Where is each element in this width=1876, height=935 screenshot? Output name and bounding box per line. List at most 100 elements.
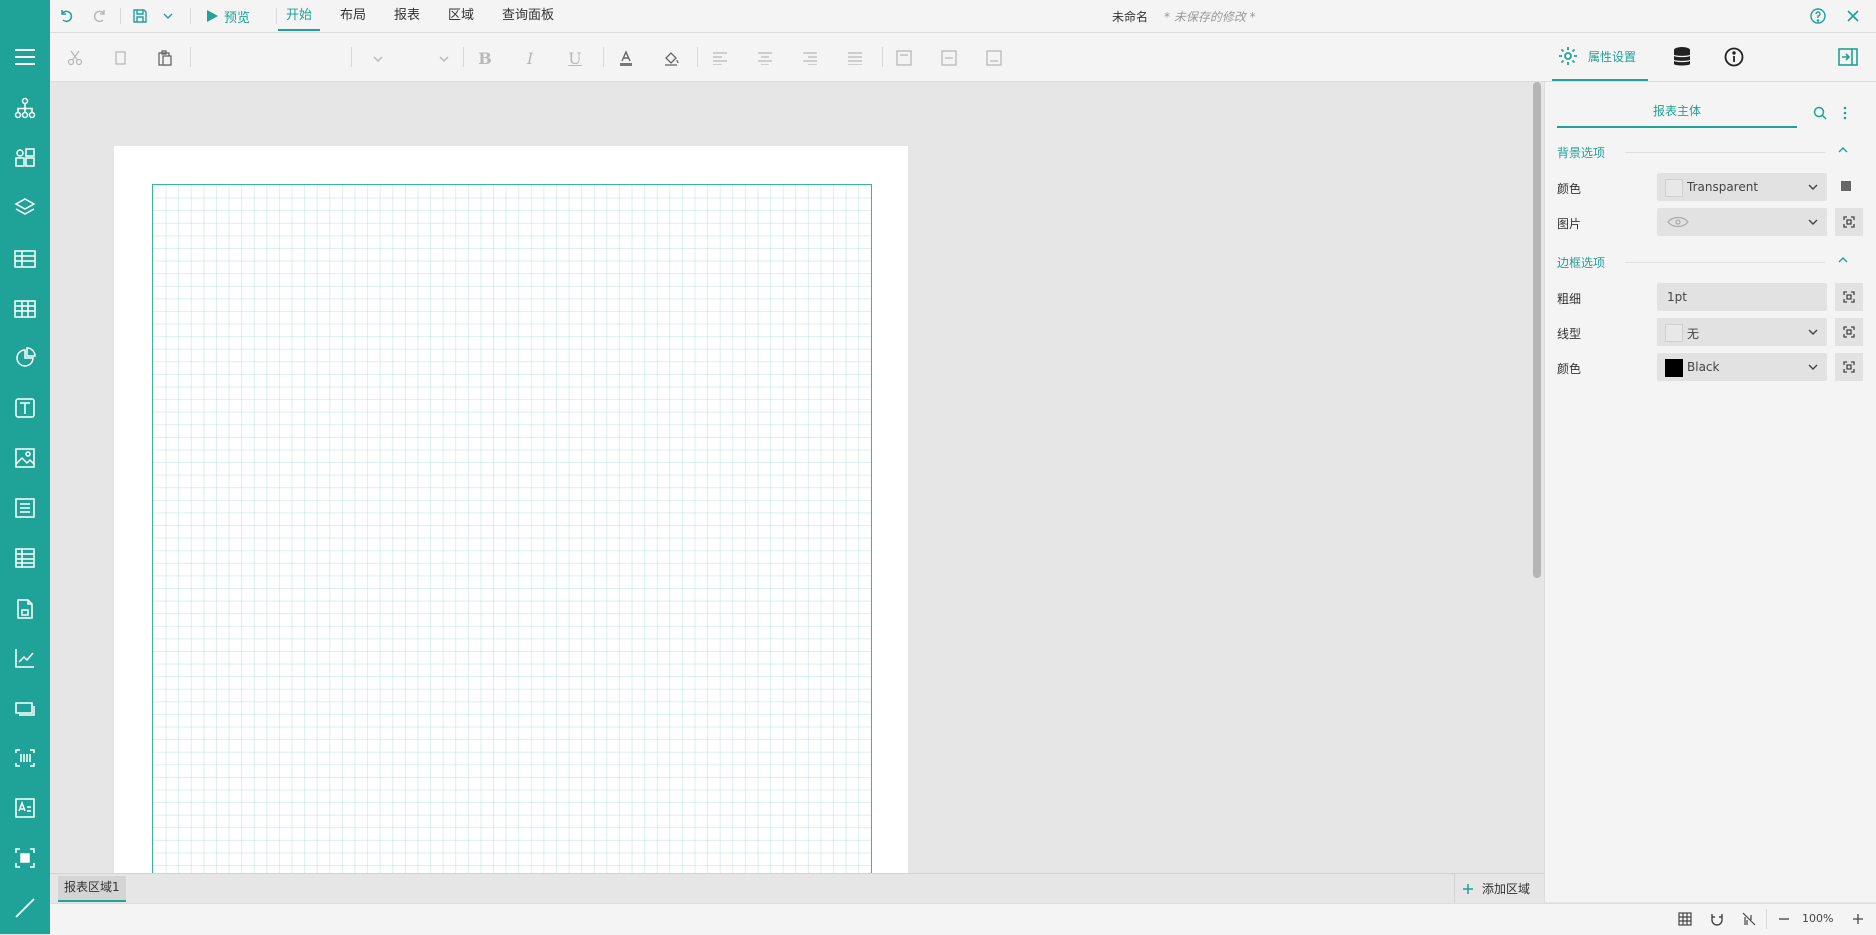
paste-icon[interactable]	[154, 47, 176, 69]
valign-middle-icon[interactable]	[938, 47, 960, 69]
vertical-scrollbar[interactable]	[1533, 82, 1541, 578]
font-color-icon[interactable]	[615, 47, 637, 69]
search-icon[interactable]	[1813, 106, 1827, 120]
cut-icon[interactable]	[64, 47, 86, 69]
collapse-chevron-icon[interactable]	[1837, 144, 1849, 156]
richtext-icon[interactable]	[12, 795, 38, 821]
left-sidebar	[0, 0, 50, 934]
tab-query-panel[interactable]: 查询面板	[502, 0, 554, 32]
matrix-icon[interactable]	[12, 545, 38, 571]
tab-report-section-1[interactable]: 报表区域1	[58, 876, 126, 902]
separator	[351, 47, 352, 67]
chevron-down-icon	[1808, 329, 1818, 335]
snap-lines-icon[interactable]	[1742, 912, 1756, 926]
chevron-down-icon	[1808, 184, 1818, 190]
zoom-out-icon[interactable]	[1778, 912, 1790, 926]
textbox-icon[interactable]	[12, 395, 38, 421]
divider	[1625, 262, 1825, 263]
preview-button[interactable]: 预览	[206, 6, 250, 26]
fill-color-icon[interactable]	[660, 47, 682, 69]
valign-bottom-icon[interactable]	[983, 47, 1005, 69]
expand-icon[interactable]	[1835, 318, 1863, 346]
preview-label: 预览	[224, 10, 251, 26]
menu-icon[interactable]	[12, 44, 38, 70]
border-width-value: 1pt	[1667, 290, 1687, 304]
tab-layout[interactable]: 布局	[340, 0, 366, 32]
border-color-select[interactable]: Black	[1657, 353, 1827, 381]
zoom-in-icon[interactable]	[1852, 912, 1864, 926]
save-dropdown-chevron-icon[interactable]	[162, 6, 174, 26]
document-name: 未命名	[1112, 10, 1149, 24]
subtab-report-body[interactable]: 报表主体	[1557, 102, 1797, 128]
plus-icon	[1463, 883, 1473, 894]
separator	[190, 47, 191, 67]
tab-properties-label: 属性设置	[1588, 49, 1637, 64]
justify-icon[interactable]	[844, 47, 866, 69]
more-vertical-icon[interactable]	[1843, 106, 1847, 120]
panel-header: 属性设置	[1552, 33, 1876, 82]
barcode-icon[interactable]	[12, 745, 38, 771]
separator	[463, 47, 464, 67]
underline-icon[interactable]: U	[564, 47, 586, 69]
bg-color-label: 颜色	[1557, 182, 1582, 196]
snap-magnet-icon[interactable]	[1710, 912, 1724, 926]
chevron-down-icon	[1808, 364, 1818, 370]
tab-report[interactable]: 报表	[394, 0, 420, 32]
line-icon[interactable]	[12, 895, 38, 921]
font-size-dropdown[interactable]	[362, 45, 458, 71]
save-icon[interactable]	[132, 6, 148, 26]
border-width-input[interactable]: 1pt	[1657, 283, 1827, 311]
input-icon[interactable]	[12, 695, 38, 721]
title-bar: 预览 开始 布局 报表 区域 查询面板 未命名 * 未保存的修改 *	[50, 0, 1876, 33]
color-picker-icon[interactable]	[1841, 181, 1851, 191]
subreport-icon[interactable]	[12, 596, 38, 622]
expand-icon[interactable]	[1835, 353, 1863, 381]
separator	[697, 47, 698, 67]
close-icon[interactable]	[1846, 6, 1860, 26]
container-icon[interactable]	[12, 845, 38, 871]
tablix-icon[interactable]	[12, 296, 38, 322]
status-bar: 100%	[50, 903, 1876, 935]
bg-image-select[interactable]	[1657, 208, 1827, 236]
chevron-down-icon	[439, 56, 449, 62]
tab-section[interactable]: 区域	[448, 0, 474, 32]
section-background: 背景选项	[1557, 146, 1606, 160]
format-toolbar: B I U	[50, 33, 1552, 82]
layers-icon[interactable]	[12, 194, 38, 220]
add-section-label: 添加区域	[1482, 882, 1531, 896]
collapse-panel-icon[interactable]	[1838, 48, 1858, 66]
expand-icon[interactable]	[1835, 208, 1863, 236]
divider	[1625, 152, 1825, 153]
undo-icon[interactable]	[58, 6, 74, 26]
section-border: 边框选项	[1557, 256, 1606, 270]
border-width-label: 粗细	[1557, 292, 1582, 306]
expand-icon[interactable]	[1835, 283, 1863, 311]
align-center-icon[interactable]	[754, 47, 776, 69]
border-style-value: 无	[1687, 327, 1700, 341]
tree-icon[interactable]	[12, 95, 38, 121]
chart-icon[interactable]	[12, 345, 38, 371]
components-icon[interactable]	[12, 145, 38, 171]
bg-color-select[interactable]: Transparent	[1657, 173, 1827, 201]
info-icon[interactable]	[1724, 47, 1744, 67]
italic-icon[interactable]: I	[519, 47, 541, 69]
tab-start[interactable]: 开始	[277, 0, 321, 32]
grid-toggle-icon[interactable]	[1678, 912, 1692, 926]
copy-icon[interactable]	[109, 47, 131, 69]
database-icon[interactable]	[1672, 46, 1692, 68]
align-left-icon[interactable]	[709, 47, 731, 69]
bold-icon[interactable]: B	[474, 47, 496, 69]
redo-icon[interactable]	[92, 6, 108, 26]
border-style-select[interactable]: 无	[1657, 318, 1827, 346]
valign-top-icon[interactable]	[893, 47, 915, 69]
help-icon[interactable]	[1810, 6, 1826, 26]
table-icon[interactable]	[12, 246, 38, 272]
align-right-icon[interactable]	[799, 47, 821, 69]
image-icon[interactable]	[12, 445, 38, 471]
list-icon[interactable]	[12, 495, 38, 521]
tab-properties[interactable]: 属性设置	[1552, 33, 1648, 81]
report-body-grid[interactable]	[152, 184, 872, 875]
add-section-button[interactable]: 添加区域	[1462, 880, 1530, 897]
sparkline-icon[interactable]	[12, 645, 38, 671]
collapse-chevron-icon[interactable]	[1837, 254, 1849, 266]
